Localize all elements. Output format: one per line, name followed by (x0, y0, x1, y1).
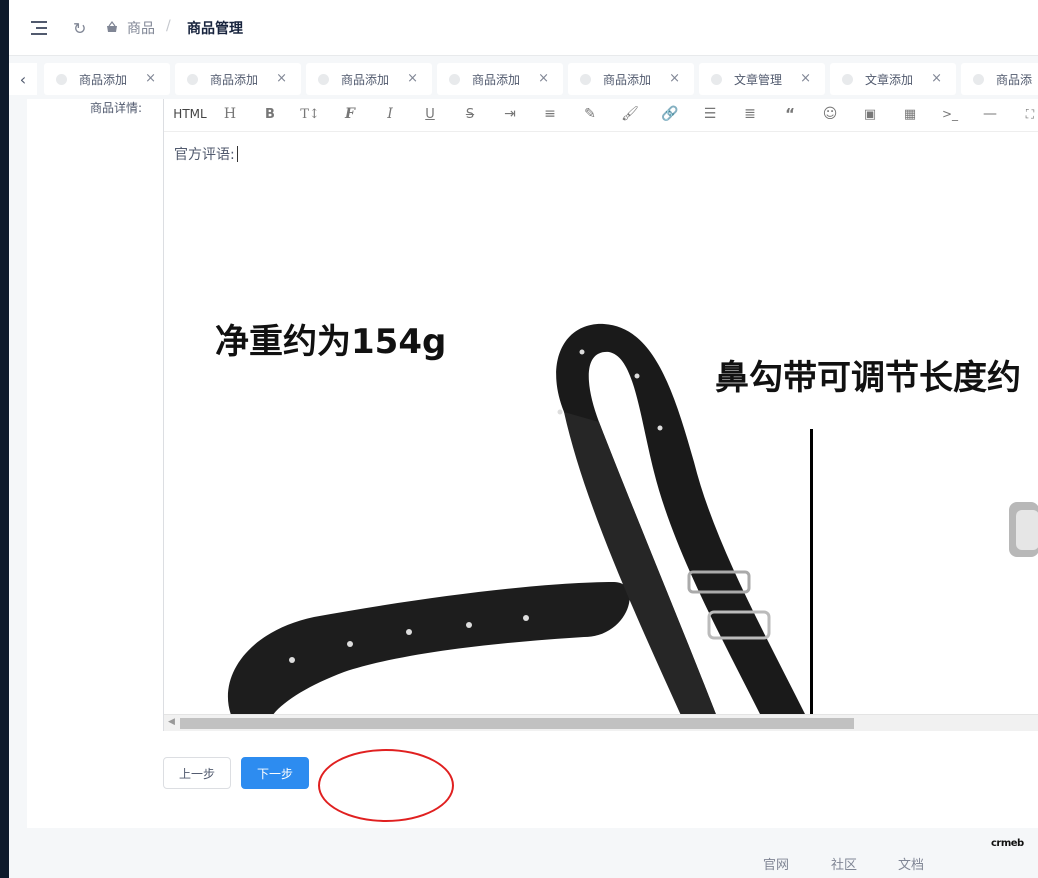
highlight-icon[interactable]: ✎ (580, 103, 600, 125)
underline-icon[interactable]: U (420, 103, 440, 125)
link-icon[interactable]: 🔗 (660, 103, 680, 125)
code-icon[interactable]: >_ (940, 103, 960, 125)
tab-dot-icon (580, 73, 591, 85)
tab-dot-icon (711, 73, 722, 85)
image-icon[interactable]: ▣ (860, 103, 880, 125)
tab-item[interactable]: 文章管理 × (699, 63, 825, 95)
detail-label: 商品详情: (90, 101, 143, 115)
breadcrumb-item-goods-management: 商品管理 (187, 21, 243, 37)
top-header: ↻ 商品 / 商品管理 (9, 0, 1038, 56)
next-step-button[interactable]: 下一步 (241, 757, 309, 789)
tab-label: 文章添加 (865, 72, 914, 87)
tab-item[interactable]: 商品添加 × (437, 63, 563, 95)
line-height-icon[interactable]: ≡ (540, 103, 560, 125)
page-tabs: ‹ 商品添加 × 商品添加 × 商品添加 × 商品添加 × 商品添加 × 文章管… (9, 57, 1038, 99)
footer-link-docs[interactable]: 文档 (898, 854, 924, 873)
image-caption-length: 鼻勾带可调节长度约 (715, 358, 1021, 398)
brush-icon[interactable]: 🖌 (620, 103, 640, 125)
footer-link-official[interactable]: 官网 (763, 854, 789, 873)
tab-label: 商品添加 (341, 72, 390, 87)
tab-dot-icon (842, 73, 853, 85)
sidebar-edge (0, 0, 9, 878)
tab-dot-icon (56, 73, 67, 85)
indent-icon[interactable]: ⇥ (500, 103, 520, 125)
tab-dot-icon (449, 73, 460, 85)
tab-label: 商品添 (996, 72, 1033, 87)
close-icon[interactable]: × (538, 71, 549, 86)
horizontal-scrollbar[interactable]: ◀ (164, 714, 1038, 731)
refresh-icon[interactable]: ↻ (73, 19, 86, 38)
tab-item[interactable]: 文章添加 × (830, 63, 956, 95)
scrollbar-thumb[interactable] (180, 718, 854, 729)
editor-toolbar: HTML H B T↕ F I U S ⇥ ≡ ✎ 🖌 🔗 ☰ ≣ “ ☺ ▣ … (164, 99, 1038, 132)
fullscreen-icon[interactable]: ⛶ (1020, 103, 1038, 125)
basket-icon (107, 21, 117, 32)
prev-step-button[interactable]: 上一步 (163, 757, 231, 789)
tab-item[interactable]: 商品添加 × (44, 63, 170, 95)
tab-label: 商品添加 (603, 72, 652, 87)
close-icon[interactable]: × (407, 71, 418, 86)
tab-item[interactable]: 商品添 (961, 63, 1038, 95)
tab-label: 文章管理 (734, 72, 783, 87)
tab-dot-icon (318, 73, 329, 85)
strikethrough-icon[interactable]: S (460, 103, 480, 125)
footer-logo: crmeb (991, 838, 1024, 849)
quote-icon[interactable]: “ (780, 103, 800, 125)
close-icon[interactable]: × (276, 71, 287, 86)
italic-icon[interactable]: I (380, 103, 400, 125)
bold-icon[interactable]: B (260, 103, 280, 125)
html-mode-button[interactable]: HTML (172, 103, 208, 125)
tab-dot-icon (973, 73, 984, 85)
close-icon[interactable]: × (669, 71, 680, 86)
tab-item[interactable]: 商品添加 × (568, 63, 694, 95)
content-panel: 商品详情: HTML H B T↕ F I U S ⇥ ≡ ✎ 🖌 🔗 ☰ ≣ … (27, 99, 1038, 828)
editor-content[interactable]: 官方评语: 净重约为154g 鼻勾带可调节长度约 (164, 132, 1038, 714)
annotation-circle (318, 749, 454, 822)
scroll-left-icon[interactable]: ◀ (168, 717, 175, 727)
footer-link-community[interactable]: 社区 (831, 854, 857, 873)
image-caption-weight: 净重约为154g (215, 322, 447, 362)
breadcrumb-item-goods[interactable]: 商品 (127, 18, 155, 38)
emoji-icon[interactable]: ☺ (820, 103, 840, 125)
close-icon[interactable]: × (931, 71, 942, 86)
heading-icon[interactable]: H (220, 103, 240, 125)
tab-dot-icon (187, 73, 198, 85)
close-icon[interactable]: × (800, 71, 811, 86)
tab-label: 商品添加 (472, 72, 521, 87)
breadcrumb-separator: / (166, 18, 171, 34)
list-icon[interactable]: ☰ (700, 103, 720, 125)
divider-icon[interactable]: — (980, 103, 1000, 125)
tab-label: 商品添加 (210, 72, 259, 87)
close-icon[interactable]: × (145, 71, 156, 86)
video-icon[interactable]: ▦ (900, 103, 920, 125)
menu-toggle-icon[interactable] (31, 21, 47, 35)
font-family-icon[interactable]: F (340, 103, 360, 125)
font-size-icon[interactable]: T↕ (300, 103, 320, 125)
tab-label: 商品添加 (79, 72, 128, 87)
tab-item[interactable]: 商品添加 × (175, 63, 301, 95)
editor-text: 官方评语: (174, 144, 238, 164)
rich-text-editor: HTML H B T↕ F I U S ⇥ ≡ ✎ 🖌 🔗 ☰ ≣ “ ☺ ▣ … (163, 99, 1038, 731)
tabs-scroll-left-icon[interactable]: ‹ (9, 63, 37, 95)
align-icon[interactable]: ≣ (740, 103, 760, 125)
tab-item[interactable]: 商品添加 × (306, 63, 432, 95)
